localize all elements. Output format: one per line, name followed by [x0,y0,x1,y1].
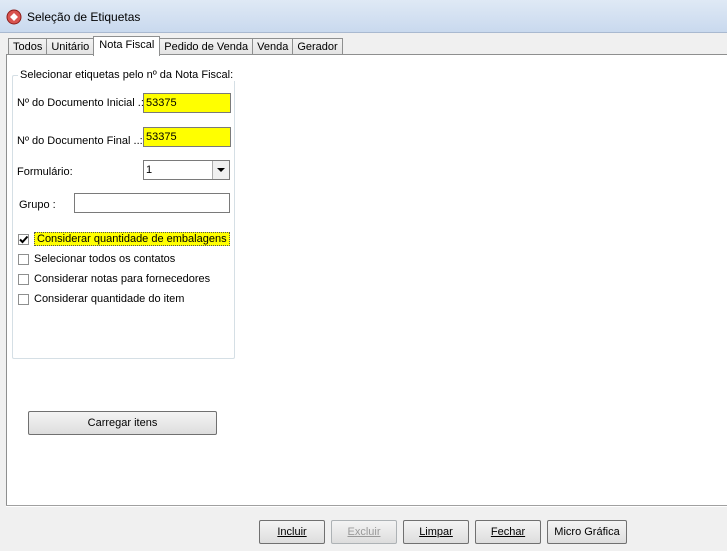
check-embalagens-label: Considerar quantidade de embalagens [34,232,230,246]
formulario-select[interactable]: 1 [143,160,230,180]
incluir-label: Incluir [277,526,307,538]
check-todos-contatos-label: Selecionar todos os contatos [34,253,176,265]
window-title: Seleção de Etiquetas [27,10,141,24]
tab-unitario[interactable]: Unitário [46,38,95,55]
excluir-button[interactable]: Excluir [331,520,397,544]
fechar-label: Fechar [490,526,526,538]
tab-venda[interactable]: Venda [252,38,294,55]
check-quantidade-item-label: Considerar quantidade do item [34,293,185,305]
checkbox-fornecedores[interactable] [18,273,29,285]
footer-separator [6,505,727,507]
carregar-itens-button[interactable]: Carregar itens [28,411,217,435]
grupo-input[interactable] [74,193,230,213]
checkbox-todos-contatos[interactable] [18,253,29,265]
check-fornecedores[interactable]: Considerar notas para fornecedores [18,272,210,286]
limpar-button[interactable]: Limpar [403,520,469,544]
doc-inicial-label: Nº do Documento Inicial .: [17,97,144,109]
formulario-label: Formulário: [17,166,73,178]
selection-groupbox [12,75,235,359]
doc-inicial-input[interactable]: 53375 [143,93,231,113]
checkmark-icon [19,235,29,243]
excluir-label: Excluir [347,526,381,538]
checkbox-quantidade-item[interactable] [18,293,29,305]
doc-final-label: Nº do Documento Final ..: [17,135,143,147]
fechar-button[interactable]: Fechar [475,520,541,544]
check-todos-contatos[interactable]: Selecionar todos os contatos [18,252,175,266]
dropdown-arrow-button[interactable] [212,161,229,179]
tab-nota-fiscal[interactable]: Nota Fiscal [93,36,161,56]
app-icon [6,9,22,25]
tab-todos[interactable]: Todos [8,38,48,55]
formulario-value: 1 [146,164,153,176]
micro-grafica-button[interactable]: Micro Gráfica [547,520,627,544]
checkbox-embalagens[interactable] [18,233,29,245]
chevron-down-icon [217,168,225,172]
check-quantidade-item[interactable]: Considerar quantidade do item [18,292,184,306]
tab-strip: Todos Unitário Nota Fiscal Pedido de Ven… [8,36,343,56]
check-fornecedores-label: Considerar notas para fornecedores [34,273,211,285]
grupo-label: Grupo : [19,199,56,211]
title-bar: Seleção de Etiquetas [0,0,727,33]
group-title: Selecionar etiquetas pelo nº da Nota Fis… [18,69,236,81]
tab-pedido-de-venda[interactable]: Pedido de Venda [159,38,254,55]
limpar-label: Limpar [419,526,453,538]
doc-final-input[interactable]: 53375 [143,127,231,147]
tab-gerador[interactable]: Gerador [292,38,343,55]
incluir-button[interactable]: Incluir [259,520,325,544]
check-embalagens[interactable]: Considerar quantidade de embalagens [18,232,230,246]
